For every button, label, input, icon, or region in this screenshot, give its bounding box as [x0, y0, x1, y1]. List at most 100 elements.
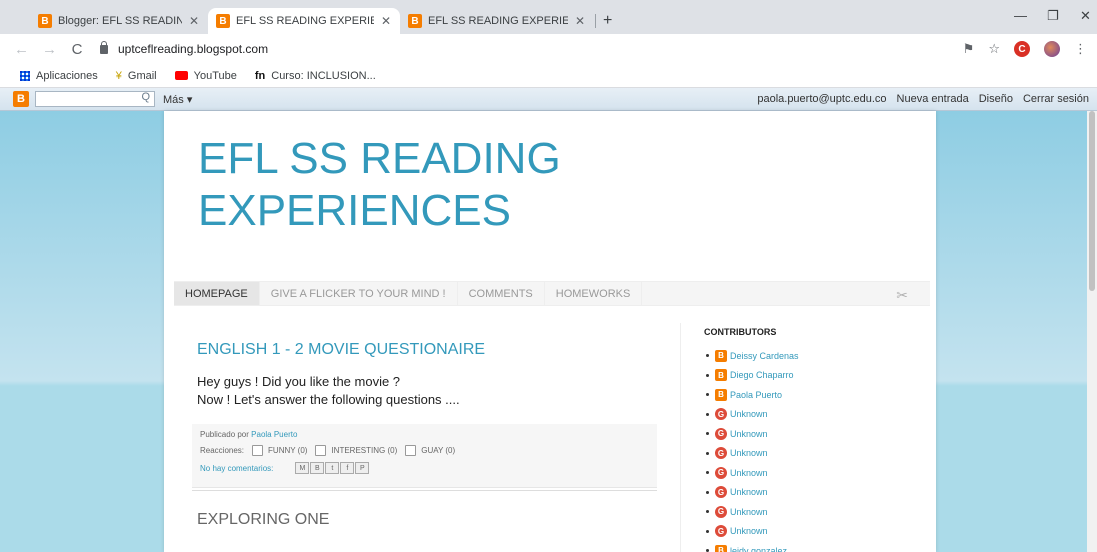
contributor-item: G Unknown: [704, 502, 924, 522]
tab-give-a-flicker[interactable]: GIVE A FLICKER TO YOUR MIND !: [260, 282, 458, 305]
tab-blogger-dashboard[interactable]: B Blogger: EFL SS READING EXPERI ✕: [30, 8, 208, 34]
blogger-icon: B: [715, 349, 727, 362]
google-plus-icon: G: [715, 525, 727, 538]
bullet-icon: [706, 510, 709, 514]
contributors-heading: CONTRIBUTORS: [704, 327, 777, 337]
bookmarks-bar: Aplicaciones ¥ Gmail YouTube fn Curso: I…: [0, 64, 1097, 88]
reaction-funny[interactable]: FUNNY (0): [252, 445, 307, 456]
close-icon[interactable]: ✕: [380, 14, 392, 28]
fn-icon: fn: [254, 69, 266, 82]
reactions-label: Reacciones:: [200, 446, 245, 455]
tab-homeworks[interactable]: HOMEWORKS: [545, 282, 643, 305]
tab-blog-home[interactable]: B EFL SS READING EXPERIENCES ✕: [208, 8, 400, 34]
lock-icon: [100, 40, 108, 54]
blog-share-icon[interactable]: B: [310, 462, 325, 474]
close-icon[interactable]: ✕: [188, 14, 200, 28]
scrollbar[interactable]: [1087, 111, 1097, 552]
reload-icon[interactable]: C: [70, 41, 84, 58]
user-email: paola.puerto@uptc.edu.co: [757, 93, 887, 105]
contributor-link[interactable]: Deissy Cardenas: [730, 351, 799, 361]
bookmark-label: Gmail: [127, 69, 157, 82]
bookmark-gmail[interactable]: ¥ Gmail: [116, 70, 157, 82]
bookmark-curso[interactable]: fn Curso: INCLUSION...: [255, 70, 376, 82]
bookmark-star-icon[interactable]: ☆: [988, 41, 1000, 57]
page-background: EFL SS READING EXPERIENCES HOMEPAGE GIVE…: [0, 111, 1097, 552]
extension-icon[interactable]: C: [1014, 41, 1030, 57]
reaction-label: GUAY (0): [421, 446, 456, 455]
bookmark-apps[interactable]: Aplicaciones: [20, 70, 98, 82]
blog-title-line: EFL SS READING: [198, 134, 561, 183]
facebook-share-icon[interactable]: f: [340, 462, 355, 474]
contributor-link[interactable]: Unknown: [730, 448, 768, 458]
blog-title-line: EXPERIENCES: [198, 186, 511, 235]
checkbox[interactable]: [405, 445, 417, 456]
contributor-link[interactable]: Paola Puerto: [730, 390, 782, 400]
blogger-icon: B: [715, 388, 727, 401]
contributor-link[interactable]: Unknown: [730, 526, 768, 536]
google-plus-icon: G: [715, 466, 727, 479]
contributor-link[interactable]: Diego Chaparro: [730, 370, 794, 380]
checkbox[interactable]: [315, 445, 327, 456]
tab-comments[interactable]: COMMENTS: [458, 282, 545, 305]
close-icon[interactable]: ✕: [574, 14, 586, 28]
profile-avatar[interactable]: [1044, 41, 1060, 57]
tab-homepage[interactable]: HOMEPAGE: [174, 282, 260, 305]
blogger-icon: B: [38, 14, 52, 28]
checkbox[interactable]: [252, 445, 264, 456]
restore-icon[interactable]: ❐: [1047, 8, 1059, 24]
post-text-line: Hey guys ! Did you like the movie ?: [197, 374, 401, 389]
contributor-item: B Diego Chaparro: [704, 366, 924, 386]
scrollbar-thumb[interactable]: [1089, 111, 1095, 291]
contributor-link[interactable]: leidy gonzalez: [730, 546, 787, 552]
contributor-item: G Unknown: [704, 483, 924, 503]
pages-tabs: HOMEPAGE GIVE A FLICKER TO YOUR MIND ! C…: [174, 281, 930, 306]
next-post-title[interactable]: EXPLORING ONE: [197, 511, 329, 529]
apps-grid-icon: [20, 70, 30, 81]
contributor-item: B Paola Puerto: [704, 385, 924, 405]
gmail-icon: ¥: [115, 69, 122, 82]
post-divider: [192, 490, 657, 491]
blogger-icon: B: [216, 14, 230, 28]
edit-tools-icon[interactable]: ✂: [896, 287, 908, 304]
design-link[interactable]: Diseño: [979, 93, 1013, 105]
contributor-link[interactable]: Unknown: [730, 409, 768, 419]
contributor-link[interactable]: Unknown: [730, 468, 768, 478]
post-title[interactable]: ENGLISH 1 - 2 MOVIE QUESTIONAIRE: [197, 341, 485, 359]
new-post-link[interactable]: Nueva entrada: [897, 93, 969, 105]
sidebar: CONTRIBUTORS B Deissy Cardenas B Diego Chap…: [704, 327, 924, 552]
menu-icon[interactable]: ⋮: [1074, 41, 1087, 57]
bookmark-youtube[interactable]: YouTube: [174, 70, 237, 82]
comments-link[interactable]: No hay comentarios:: [200, 464, 273, 473]
reaction-label: FUNNY (0): [268, 446, 308, 455]
contributor-item: G Unknown: [704, 424, 924, 444]
tab-separator: [595, 14, 596, 28]
search-icon[interactable]: Q: [141, 91, 150, 103]
blogger-icon[interactable]: B: [13, 91, 29, 107]
back-icon[interactable]: ←: [14, 41, 29, 58]
pinterest-share-icon[interactable]: P: [355, 462, 370, 474]
bookmark-label: Curso: INCLUSION...: [271, 69, 376, 82]
contributor-link[interactable]: Unknown: [730, 507, 768, 517]
sign-out-link[interactable]: Cerrar sesión: [1023, 93, 1089, 105]
reaction-interesting[interactable]: INTERESTING (0): [315, 445, 397, 456]
minimize-icon[interactable]: —: [1014, 8, 1027, 23]
reaction-label: INTERESTING (0): [331, 446, 398, 455]
contributor-link[interactable]: Unknown: [730, 487, 768, 497]
contributor-link[interactable]: Unknown: [730, 429, 768, 439]
translate-icon[interactable]: ⚑: [963, 41, 975, 57]
bullet-icon: [706, 412, 709, 416]
window-close-icon[interactable]: ✕: [1080, 8, 1091, 24]
blog-search-input[interactable]: Q: [35, 91, 155, 107]
author-link[interactable]: Paola Puerto: [251, 430, 297, 439]
reaction-guay[interactable]: GUAY (0): [405, 445, 455, 456]
blog-title[interactable]: EFL SS READING EXPERIENCES: [198, 133, 561, 237]
forward-icon[interactable]: →: [42, 41, 57, 58]
email-share-icon[interactable]: M: [295, 462, 310, 474]
more-menu[interactable]: Más ▾: [163, 93, 192, 106]
tab-blog-post[interactable]: B EFL SS READING EXPERIENCES: E ✕: [400, 8, 594, 34]
share-buttons: M B t f P: [295, 462, 370, 474]
address-bar[interactable]: uptceflreading.blogspot.com: [100, 37, 1000, 61]
twitter-share-icon[interactable]: t: [325, 462, 340, 474]
new-tab-button[interactable]: +: [603, 12, 612, 30]
url-text: uptceflreading.blogspot.com: [118, 42, 269, 56]
